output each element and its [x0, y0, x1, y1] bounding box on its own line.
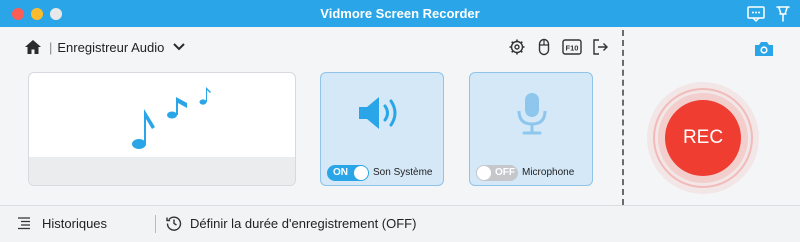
- mode-label[interactable]: Enregistreur Audio: [57, 40, 164, 55]
- breadcrumb-separator: |: [49, 39, 53, 55]
- system-sound-label: Son Système: [373, 167, 433, 178]
- clock-icon[interactable]: [166, 215, 182, 231]
- mouse-icon[interactable]: [535, 38, 553, 56]
- bottom-bar: Historiques Définir la durée d'enregistr…: [0, 205, 800, 242]
- export-icon[interactable]: [591, 38, 609, 56]
- home-icon[interactable]: [24, 39, 42, 55]
- title-bar: Vidmore Screen Recorder: [0, 0, 800, 27]
- speaker-icon: [359, 97, 397, 129]
- toggle-knob: [354, 166, 368, 180]
- microphone-icon: [517, 93, 547, 135]
- audio-preview-card: [28, 72, 296, 186]
- toggle-knob: [477, 166, 491, 180]
- audio-preview-strip: [29, 157, 295, 185]
- chat-icon[interactable]: [746, 4, 766, 24]
- chevron-down-icon[interactable]: [172, 42, 186, 52]
- history-button[interactable]: Historiques: [42, 216, 107, 231]
- microphone-toggle[interactable]: OFF: [476, 165, 518, 181]
- mode-selector[interactable]: | Enregistreur Audio: [24, 37, 186, 57]
- list-icon[interactable]: [17, 216, 31, 230]
- window-title: Vidmore Screen Recorder: [320, 6, 480, 21]
- schedule-button[interactable]: Définir la durée d'enregistrement (OFF): [190, 216, 416, 231]
- gear-icon[interactable]: [508, 38, 526, 56]
- hotkey-text: F10: [566, 44, 579, 53]
- pin-icon[interactable]: [773, 4, 793, 24]
- hotkey-icon[interactable]: F10: [562, 38, 582, 56]
- microphone-label: Microphone: [522, 167, 575, 178]
- music-notes-icon: [132, 87, 211, 149]
- microphone-toggle-text: OFF: [495, 167, 515, 178]
- rec-button[interactable]: REC: [665, 100, 741, 176]
- camera-icon[interactable]: [753, 40, 775, 58]
- system-sound-toggle[interactable]: ON: [327, 165, 369, 181]
- bottom-separator: [155, 215, 156, 233]
- microphone-card[interactable]: OFF Microphone: [469, 72, 593, 186]
- system-sound-card[interactable]: ON Son Système: [320, 72, 444, 186]
- system-sound-toggle-text: ON: [333, 167, 348, 178]
- vertical-divider: [622, 30, 624, 205]
